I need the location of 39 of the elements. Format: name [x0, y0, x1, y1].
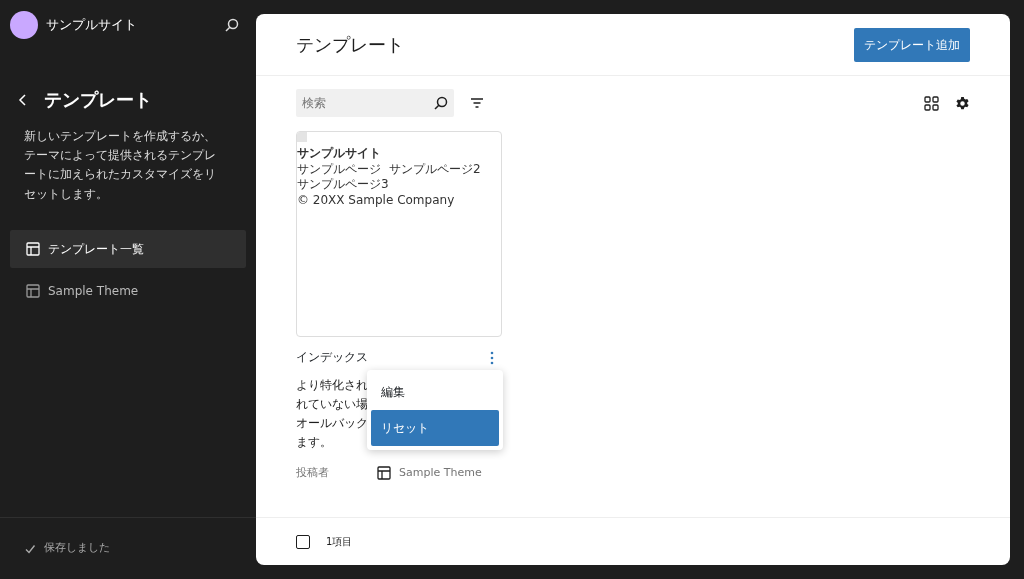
preview-site-title: サンプルサイト: [297, 146, 382, 162]
author-name: Sample Theme: [399, 465, 482, 481]
sidebar-item[interactable]: テンプレート一覧: [10, 229, 246, 268]
site-icon[interactable]: [10, 11, 38, 39]
more-options-icon[interactable]: [490, 350, 494, 365]
search-field[interactable]: 検索: [296, 89, 454, 117]
grid-view-icon[interactable]: [924, 95, 939, 111]
logo-placeholder: [297, 132, 307, 142]
save-status: 保存しました: [44, 540, 110, 557]
select-all-checkbox[interactable]: [296, 534, 310, 549]
description-text: れていない場: [296, 397, 368, 411]
layout-icon: [26, 241, 40, 256]
sidebar-title: テンプレート: [44, 88, 152, 112]
page-title: テンプレート: [296, 33, 404, 57]
preview-nav-link: サンプルページ3: [297, 177, 389, 193]
description-text: より特化され: [296, 378, 368, 392]
back-icon[interactable]: [18, 92, 28, 107]
sidebar-description: 新しいテンプレートを作成するか、テーマによって提供されるテンプレートに加えられたカスタマイズをリセットします。: [23, 128, 217, 203]
search-icon[interactable]: [433, 95, 449, 111]
menu-item[interactable]: リセット: [371, 410, 499, 446]
description-text: オールバック: [296, 416, 368, 430]
layout-icon: [377, 466, 391, 481]
template-title: インデックス: [296, 349, 368, 366]
site-name: サンプルサイト: [46, 16, 138, 35]
layout-icon: [26, 283, 40, 298]
sidebar-item[interactable]: Sample Theme: [10, 271, 246, 310]
settings-icon[interactable]: [955, 95, 970, 111]
description-text: ます。: [296, 435, 332, 449]
filter-icon[interactable]: [470, 97, 484, 109]
check-icon: [24, 542, 36, 555]
search-icon[interactable]: [224, 17, 240, 33]
add-template-button[interactable]: テンプレート追加: [854, 27, 970, 62]
template-preview[interactable]: サンプルサイト サンプルページ サンプルページ2 サンプルページ3 © 20XX Sample Company: [296, 131, 502, 337]
item-count: 1項目: [326, 535, 353, 549]
author-label: 投稿者: [296, 465, 329, 481]
preview-footer-text: © 20XX Sample Company: [297, 192, 456, 209]
menu-item[interactable]: 編集: [371, 374, 499, 410]
preview-nav-link: サンプルページ: [297, 161, 381, 178]
preview-nav-link: サンプルページ2: [389, 161, 481, 178]
